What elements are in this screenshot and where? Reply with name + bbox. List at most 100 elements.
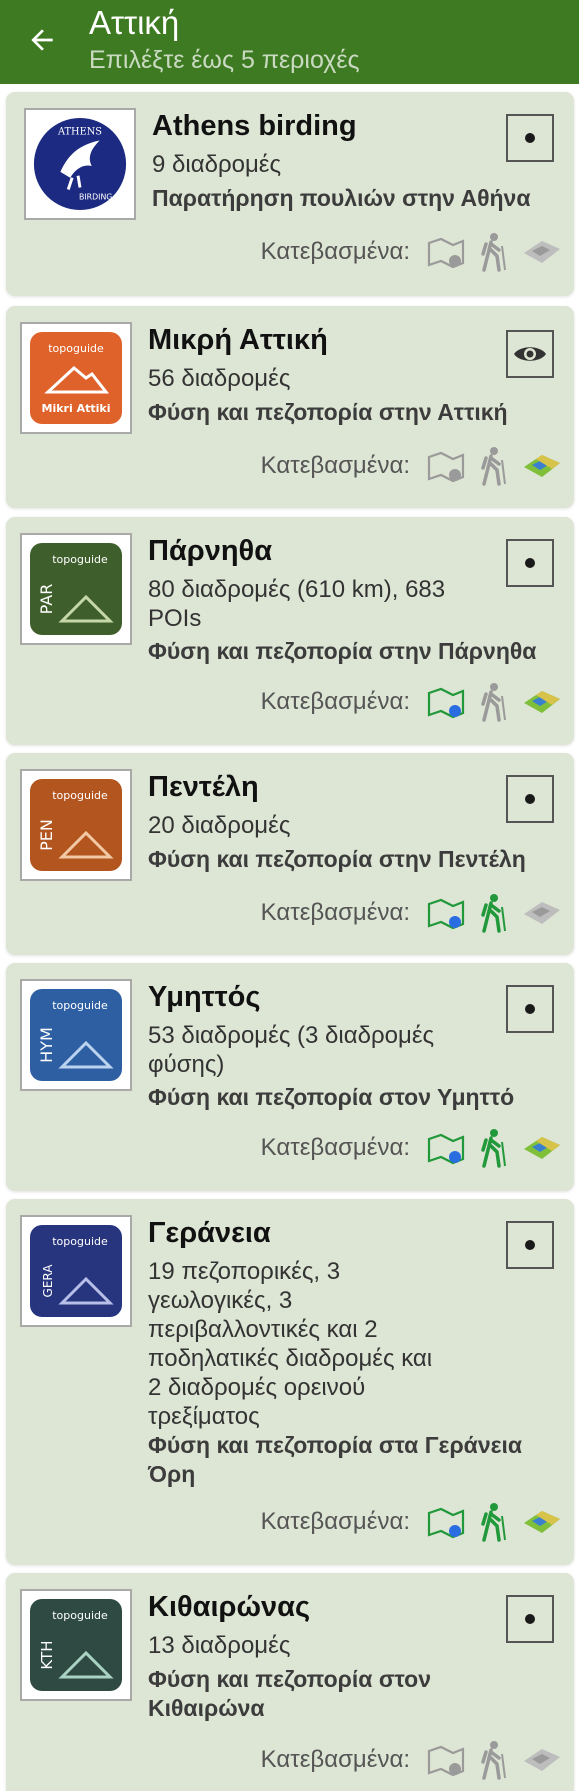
region-description: Φύση και πεζοπορία στα Γεράνεια Όρη: [148, 1432, 523, 1487]
region-name: Κιθαιρώνας: [148, 1591, 311, 1623]
region-name: Πάρνηθα: [148, 535, 273, 567]
region-name: Γεράνεια: [148, 1217, 271, 1249]
select-dot-icon: [525, 558, 535, 568]
map-download-icon[interactable]: [520, 1126, 564, 1170]
select-button[interactable]: [506, 1595, 554, 1643]
region-logo: topoguide HYM: [20, 979, 132, 1091]
select-button[interactable]: [506, 775, 554, 823]
svg-text:PEN: PEN: [37, 819, 56, 851]
map-download-icon[interactable]: [520, 444, 564, 488]
map-download-icon[interactable]: [520, 230, 564, 274]
svg-text:topoguide: topoguide: [52, 1235, 108, 1248]
map-download-icon[interactable]: [520, 680, 564, 724]
svg-text:topoguide: topoguide: [52, 1609, 108, 1622]
region-description: Φύση και πεζοπορία στον Υμηττό: [148, 1084, 515, 1110]
region-routes: 13 διαδρομές: [148, 1632, 291, 1659]
guide-download-icon[interactable]: [424, 1126, 468, 1170]
downloaded-label: Κατεβασμένα:: [260, 688, 410, 715]
page-subtitle: Επιλέξτε έως 5 περιοχές: [89, 46, 360, 74]
downloads-row: Κατεβασμένα:: [261, 1738, 564, 1782]
region-card-penteli[interactable]: topoguide PEN Πεντέλη 20 διαδρομές Φύση …: [6, 753, 574, 955]
map-download-icon[interactable]: [520, 891, 564, 935]
downloads-row: Κατεβασμένα:: [261, 444, 564, 488]
topoguide-logo-icon: topoguide PAR: [30, 543, 122, 635]
select-button[interactable]: [506, 539, 554, 587]
svg-text:topoguide: topoguide: [52, 999, 108, 1012]
region-name: Athens birding: [152, 110, 357, 142]
downloads-row: Κατεβασμένα:: [261, 1126, 564, 1170]
topoguide-logo-icon: topoguide HYM: [30, 989, 122, 1081]
region-name: Μικρή Αττική: [148, 324, 328, 356]
region-routes: 56 διαδρομές: [148, 365, 291, 392]
region-card-athens-birding[interactable]: ATHENS BIRDING Athens birding 9 διαδρομέ…: [6, 92, 574, 296]
region-description: Φύση και πεζοπορία στον Κιθαιρώνα: [148, 1666, 432, 1721]
downloaded-label: Κατεβασμένα:: [260, 452, 410, 479]
region-name: Υμηττός: [148, 981, 261, 1013]
view-button[interactable]: [506, 330, 554, 378]
svg-text:ATHENS: ATHENS: [57, 127, 102, 138]
guide-download-icon[interactable]: [424, 891, 468, 935]
svg-text:BIRDING: BIRDING: [79, 192, 112, 201]
downloaded-label: Κατεβασμένα:: [260, 1508, 410, 1535]
svg-text:topoguide: topoguide: [52, 553, 108, 566]
region-logo: topoguide PEN: [20, 769, 132, 881]
region-card-geraneia[interactable]: topoguide GERA Γεράνεια 19 πεζοπορικές, …: [6, 1199, 574, 1565]
hiking-download-icon[interactable]: [472, 891, 516, 935]
select-button[interactable]: [506, 1221, 554, 1269]
region-card-mikri-attiki[interactable]: topoguide Mikri Attiki Μικρή Αττική 56 δ…: [6, 306, 574, 508]
app-bar: Αττική Επιλέξτε έως 5 περιοχές: [0, 0, 579, 84]
downloaded-label: Κατεβασμένα:: [260, 1134, 410, 1161]
downloaded-label: Κατεβασμένα:: [260, 899, 410, 926]
hiking-download-icon[interactable]: [472, 230, 516, 274]
svg-text:topoguide: topoguide: [52, 789, 108, 802]
map-download-icon[interactable]: [520, 1738, 564, 1782]
guide-download-icon[interactable]: [424, 1500, 468, 1544]
svg-text:GERA: GERA: [41, 1264, 55, 1298]
guide-download-icon[interactable]: [424, 444, 468, 488]
guide-download-icon[interactable]: [424, 230, 468, 274]
back-button[interactable]: [22, 20, 62, 60]
topoguide-logo-icon: topoguide KTH: [30, 1599, 122, 1691]
guide-download-icon[interactable]: [424, 1738, 468, 1782]
region-logo: topoguide GERA: [20, 1215, 132, 1327]
select-dot-icon: [525, 1004, 535, 1014]
select-button[interactable]: [506, 114, 554, 162]
hiking-download-icon[interactable]: [472, 1738, 516, 1782]
region-description: Φύση και πεζοπορία στην Πεντέλη: [148, 846, 526, 872]
topoguide-logo-icon: topoguide Mikri Attiki: [30, 332, 122, 424]
downloads-row: Κατεβασμένα:: [261, 891, 564, 935]
svg-text:KTH: KTH: [38, 1640, 56, 1669]
map-download-icon[interactable]: [520, 1500, 564, 1544]
region-logo: ATHENS BIRDING: [24, 108, 136, 220]
svg-text:Mikri Attiki: Mikri Attiki: [42, 402, 111, 415]
hiking-download-icon[interactable]: [472, 1126, 516, 1170]
hiking-download-icon[interactable]: [472, 1500, 516, 1544]
hiking-download-icon[interactable]: [472, 444, 516, 488]
region-card-ymittos[interactable]: topoguide HYM Υμηττός 53 διαδρομές (3 δι…: [6, 963, 574, 1191]
region-description: Παρατήρηση πουλιών στην Αθήνα: [152, 185, 531, 211]
select-button[interactable]: [506, 985, 554, 1033]
svg-text:PAR: PAR: [37, 584, 56, 615]
downloaded-label: Κατεβασμένα:: [260, 1746, 410, 1773]
region-routes: 53 διαδρομές (3 διαδρομές φύσης): [148, 1022, 435, 1078]
region-card-parnitha[interactable]: topoguide PAR Πάρνηθα 80 διαδρομές (610 …: [6, 517, 574, 745]
region-name: Πεντέλη: [148, 771, 259, 803]
region-routes: 20 διαδρομές: [148, 812, 291, 839]
region-description: Φύση και πεζοπορία στην Πάρνηθα: [148, 638, 537, 664]
select-dot-icon: [525, 1240, 535, 1250]
svg-text:HYM: HYM: [37, 1027, 56, 1063]
hiking-download-icon[interactable]: [472, 680, 516, 724]
birding-logo-icon: ATHENS BIRDING: [33, 117, 127, 211]
select-dot-icon: [525, 133, 535, 143]
guide-download-icon[interactable]: [424, 680, 468, 724]
region-logo: topoguide Mikri Attiki: [20, 322, 132, 434]
select-dot-icon: [525, 1614, 535, 1624]
topoguide-logo-icon: topoguide GERA: [30, 1225, 122, 1317]
downloads-row: Κατεβασμένα:: [261, 680, 564, 724]
eye-icon: [514, 347, 546, 361]
svg-text:topoguide: topoguide: [48, 342, 104, 355]
region-card-kithaironas[interactable]: topoguide KTH Κιθαιρώνας 13 διαδρομές Φύ…: [6, 1573, 574, 1791]
region-routes: 9 διαδρομές: [152, 151, 282, 178]
region-logo: topoguide KTH: [20, 1589, 132, 1701]
topoguide-logo-icon: topoguide PEN: [30, 779, 122, 871]
